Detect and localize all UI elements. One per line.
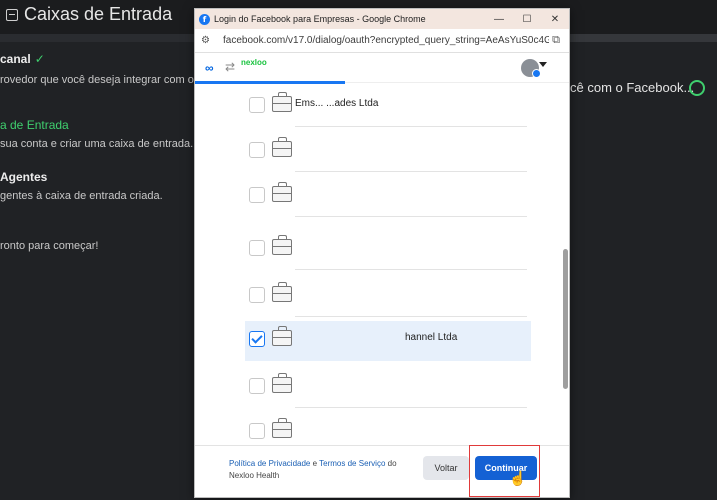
page-title: Caixas de Entrada <box>6 4 172 25</box>
business-list: Ems... ...ades Ltda hannel Ltda <box>195 87 569 447</box>
back-button[interactable]: Voltar <box>423 456 469 480</box>
scrollbar[interactable] <box>563 249 568 389</box>
progress-bar <box>195 81 345 84</box>
window-title: Login do Facebook para Empresas - Google… <box>214 14 426 24</box>
footer-of: do <box>387 459 397 468</box>
list-item[interactable] <box>245 277 531 317</box>
sync-icon: ⇄ <box>225 60 236 74</box>
list-item[interactable] <box>245 177 531 217</box>
terms-link[interactable]: Termos de Serviço <box>319 459 385 468</box>
list-item[interactable]: Ems... ...ades Ltda <box>245 87 531 127</box>
checkbox[interactable] <box>249 287 265 303</box>
footer-and: e <box>312 459 318 468</box>
page-title-text: Caixas de Entrada <box>24 4 173 24</box>
briefcase-icon <box>272 373 292 393</box>
list-item[interactable] <box>245 368 531 408</box>
checkbox[interactable] <box>249 240 265 256</box>
maximize-button[interactable]: ☐ <box>513 9 541 29</box>
checkbox[interactable] <box>249 378 265 394</box>
row-divider <box>295 407 527 408</box>
step-agents-desc: gentes à caixa de entrada criada. <box>0 190 163 202</box>
checkbox[interactable] <box>249 187 265 203</box>
nexloo-logo: nexloo <box>241 58 267 67</box>
chrome-popup-window: f Login do Facebook para Empresas - Goog… <box>194 8 570 498</box>
business-name: Ems... ...ades Ltda <box>295 98 379 109</box>
step-agents: Agentes gentes à caixa de entrada criada… <box>0 170 163 202</box>
list-item-selected[interactable]: hannel Ltda <box>245 321 531 361</box>
facebook-connect-text: cê com o Facebook... <box>570 80 695 95</box>
list-item[interactable] <box>245 132 531 172</box>
site-settings-icon[interactable]: ⚙ <box>201 35 215 47</box>
list-item[interactable] <box>245 230 531 270</box>
check-icon: ✓ <box>34 52 45 66</box>
facebook-icon: f <box>199 13 210 25</box>
open-in-window-icon[interactable]: ⧉ <box>549 34 563 47</box>
company-name: Nexloo Health <box>229 471 280 480</box>
continue-highlight-box <box>469 445 540 497</box>
radio-button[interactable] <box>689 80 705 96</box>
privacy-link[interactable]: Política de Privacidade <box>229 459 310 468</box>
url-text: facebook.com/v17.0/dialog/oauth?encrypte… <box>223 35 549 46</box>
checkbox[interactable] <box>249 142 265 158</box>
step-ready-desc: ronto para começar! <box>0 240 99 252</box>
business-name: hannel Ltda <box>405 332 458 343</box>
window-titlebar: f Login do Facebook para Empresas - Goog… <box>195 9 569 29</box>
inbox-icon <box>6 8 18 21</box>
briefcase-icon <box>272 418 292 438</box>
step-inbox-desc: sua conta e criar uma caixa de entrada. <box>0 138 194 150</box>
step-channel-title: canal <box>0 52 31 66</box>
step-channel: canal ✓ rovedor que você deseja integrar … <box>0 52 194 86</box>
window-controls: — ☐ ✕ <box>485 9 569 29</box>
row-divider <box>295 269 527 270</box>
minimize-button[interactable]: — <box>485 9 513 29</box>
briefcase-icon <box>272 326 292 346</box>
row-divider <box>295 216 527 217</box>
step-ready: ronto para começar! <box>0 240 98 252</box>
row-divider <box>295 126 527 127</box>
briefcase-icon <box>272 92 292 112</box>
checkbox-checked[interactable] <box>249 331 265 347</box>
checkbox[interactable] <box>249 423 265 439</box>
row-divider <box>295 316 527 317</box>
briefcase-icon <box>272 182 292 202</box>
step-inbox: a de Entrada sua conta e criar uma caixa… <box>0 118 193 150</box>
footer-legal-text: Política de Privacidade e Termos de Serv… <box>229 458 397 482</box>
row-divider <box>295 171 527 172</box>
step-channel-desc: rovedor que você deseja integrar com o <box>0 74 194 86</box>
checkbox[interactable] <box>249 97 265 113</box>
step-agents-title: Agentes <box>0 170 48 184</box>
address-bar[interactable]: ⚙ facebook.com/v17.0/dialog/oauth?encryp… <box>195 29 569 53</box>
briefcase-icon <box>272 137 292 157</box>
briefcase-icon <box>272 282 292 302</box>
meta-logo-icon: ∞ <box>205 61 214 75</box>
tab-strip <box>570 34 717 42</box>
list-item[interactable] <box>245 413 531 447</box>
dialog-header: ∞ ⇄ nexloo <box>195 53 569 84</box>
close-button[interactable]: ✕ <box>541 9 569 29</box>
step-inbox-title: a de Entrada <box>0 118 69 132</box>
briefcase-icon <box>272 235 292 255</box>
facebook-badge-icon <box>532 69 541 78</box>
chevron-down-icon[interactable] <box>539 62 547 67</box>
